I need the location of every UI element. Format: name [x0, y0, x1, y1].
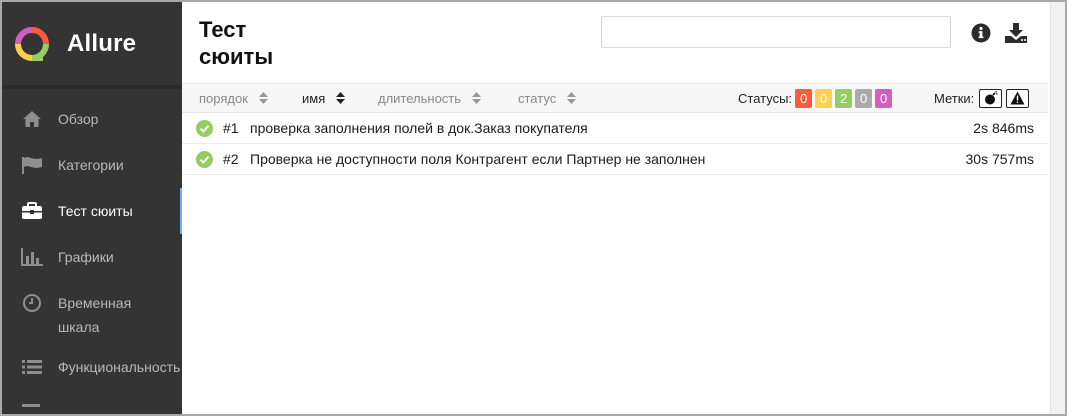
logo[interactable]: Allure [2, 2, 182, 85]
statuses-label: Статусы: [738, 90, 793, 106]
tags-label: Метки: [934, 90, 975, 106]
briefcase-icon [20, 199, 44, 223]
allure-logo-icon [15, 26, 49, 61]
download-button[interactable] [1004, 21, 1028, 45]
row-duration: 2s 846ms [973, 120, 1034, 136]
sort-label: статус [518, 90, 557, 106]
suite-row[interactable]: #2 Проверка не доступности поля Контраге… [182, 144, 1048, 175]
packages-icon [20, 399, 44, 414]
sidebar-item-graphs[interactable]: Графики [2, 245, 182, 269]
status-broken-toggle[interactable]: 0 [815, 88, 833, 108]
new-failed-tag-toggle[interactable] [1006, 88, 1030, 108]
sort-arrows-icon [472, 92, 482, 104]
app-window: Allure Обзор Категории Тест сюиты График… [0, 0, 1067, 416]
search-input[interactable] [601, 16, 951, 48]
sidebar-item-behaviors[interactable]: Функциональность [2, 355, 182, 379]
status-passed-toggle[interactable]: 2 [835, 88, 853, 108]
page-title: Тест сюиты [199, 17, 274, 69]
sidebar-divider [2, 85, 182, 89]
list-icon [20, 355, 44, 379]
sidebar: Allure Обзор Категории Тест сюиты График… [2, 2, 184, 414]
download-icon [1005, 23, 1027, 43]
status-filter: Статусы: 0 0 2 0 0 [738, 84, 893, 112]
sort-arrows-icon [258, 92, 268, 104]
warning-icon [1010, 91, 1025, 105]
row-number: #1 [223, 120, 239, 136]
row-name: проверка заполнения полей в док.Заказ по… [250, 120, 588, 136]
status-skipped-toggle[interactable]: 0 [855, 88, 873, 108]
sort-label: имя [302, 90, 326, 106]
sort-arrows-icon [567, 92, 577, 104]
flag-icon [20, 153, 44, 177]
sidebar-item-label: Функциональность [58, 359, 181, 375]
passed-status-icon [196, 120, 213, 137]
sidebar-item-categories[interactable]: Категории [2, 153, 182, 177]
sort-by-name[interactable]: имя [302, 84, 346, 112]
sort-label: длительность [378, 90, 462, 106]
status-failed-toggle[interactable]: 0 [795, 88, 813, 108]
sidebar-item-label: Временная шкала [58, 295, 132, 335]
clock-icon [20, 291, 44, 315]
info-icon [971, 23, 991, 43]
row-duration: 30s 757ms [965, 151, 1034, 167]
passed-status-icon [196, 151, 213, 168]
sort-by-duration[interactable]: длительность [378, 84, 482, 112]
sidebar-item-label: Обзор [58, 111, 99, 127]
row-name: Проверка не доступности поля Контрагент … [250, 151, 706, 167]
flaky-tag-toggle[interactable] [979, 88, 1003, 108]
sort-label: порядок [199, 90, 248, 106]
sidebar-item-more[interactable] [2, 399, 182, 414]
sidebar-item-label: Тест сюиты [58, 203, 133, 219]
row-number: #2 [223, 151, 239, 167]
sidebar-nav: Обзор Категории Тест сюиты Графики Време… [2, 107, 184, 414]
sidebar-item-suites[interactable]: Тест сюиты [2, 188, 184, 234]
sort-asc-icon [336, 92, 346, 104]
bar-chart-icon [20, 245, 44, 269]
sidebar-item-timeline[interactable]: Временная шкала [2, 291, 182, 339]
sidebar-item-label: Графики [58, 249, 114, 265]
bomb-icon [984, 91, 998, 105]
sidebar-item-overview[interactable]: Обзор [2, 107, 182, 131]
tags-filter: Метки: [934, 84, 1030, 112]
sort-by-order[interactable]: порядок [199, 84, 268, 112]
main-pane: Тест сюиты порядок имя длительность стат… [182, 2, 1050, 414]
vertical-scrollbar[interactable] [1050, 2, 1065, 414]
sort-by-status[interactable]: статус [518, 84, 577, 112]
suites-toolbar: порядок имя длительность статус Статусы:… [182, 83, 1048, 113]
app-name: Allure [67, 29, 137, 57]
info-button[interactable] [969, 21, 993, 45]
sidebar-item-label: Категории [58, 157, 124, 173]
home-icon [20, 107, 44, 131]
status-unknown-toggle[interactable]: 0 [875, 88, 893, 108]
suite-row[interactable]: #1 проверка заполнения полей в док.Заказ… [182, 113, 1048, 144]
